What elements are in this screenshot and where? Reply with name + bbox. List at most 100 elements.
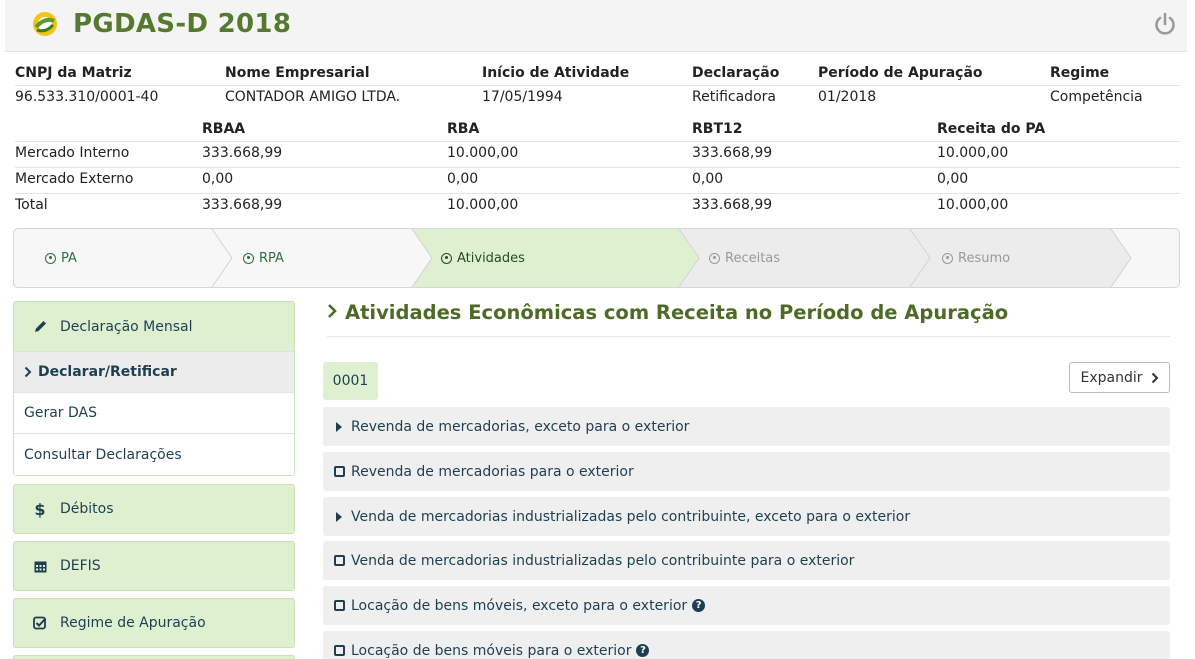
- sidebar-item-debitos-link[interactable]: $ Débitos: [14, 485, 294, 533]
- period-value: 01/2018: [818, 89, 877, 105]
- pencil-icon: [32, 319, 48, 334]
- check-square-icon: [32, 616, 48, 630]
- step-atividades[interactable]: Atividades: [441, 229, 525, 287]
- revenue-cell: 333.668,99: [202, 197, 283, 213]
- revenue-row-label: Mercado Interno: [15, 145, 130, 161]
- checkbox-icon[interactable]: [333, 466, 345, 477]
- step-label: Atividades: [457, 250, 525, 266]
- calendar-icon: [32, 560, 48, 573]
- sidebar-item-debitos[interactable]: $ Débitos: [13, 484, 295, 534]
- cnpj-value: 96.533.310/0001-40: [15, 89, 159, 105]
- sidebar-item-defis[interactable]: DEFIS: [13, 541, 295, 591]
- chevron-right-icon: [24, 366, 32, 378]
- checkbox-icon[interactable]: [333, 645, 345, 656]
- company-name-header: Nome Empresarial: [225, 65, 370, 81]
- info-header-row: CNPJ da Matriz Nome Empresarial Início d…: [15, 62, 1180, 86]
- sidebar-subitem-declarar-retificar[interactable]: Declarar/Retificar: [14, 352, 294, 393]
- revenue-cell: 10.000,00: [447, 197, 519, 213]
- activity-item[interactable]: Venda de mercadorias industrializadas pe…: [323, 497, 1170, 536]
- power-icon[interactable]: [1152, 11, 1178, 37]
- sidebar-item-more: [13, 655, 295, 659]
- sidebar-item-defis-link[interactable]: DEFIS: [14, 542, 294, 590]
- page-title-text: Atividades Econômicas com Receita no Per…: [345, 301, 1009, 324]
- regime-value: Competência: [1050, 89, 1143, 105]
- activity-item[interactable]: Locação de bens móveis para o exterior ?: [323, 631, 1170, 659]
- sidebar-group-declaracao: Declaração Mensal Declarar/Retificar Ger…: [13, 301, 295, 476]
- revenue-cell: 0,00: [202, 171, 234, 187]
- sidebar-submenu: Declarar/Retificar Gerar DAS Consultar D…: [14, 351, 294, 475]
- revenue-row: Mercado Interno 333.668,99 10.000,00 333…: [15, 142, 1180, 168]
- sidebar-subitem-label: Declarar/Retificar: [38, 364, 177, 380]
- step-pa[interactable]: PA: [45, 229, 77, 287]
- activity-label: Venda de mercadorias industrializadas pe…: [351, 552, 855, 569]
- activity-item[interactable]: Venda de mercadorias industrializadas pe…: [323, 541, 1170, 580]
- expand-button[interactable]: Expandir: [1069, 362, 1170, 393]
- activity-label: Revenda de mercadorias, exceto para o ex…: [351, 418, 690, 435]
- target-icon: [942, 252, 953, 264]
- wizard-steps: PA RPA Atividades Receitas Resumo: [13, 228, 1180, 288]
- step-label: Resumo: [958, 250, 1011, 266]
- step-label: RPA: [259, 250, 284, 266]
- sidebar-item-regime[interactable]: Regime de Apuração: [13, 598, 295, 648]
- revenue-cell: 10.000,00: [937, 145, 1009, 161]
- step-resumo: Resumo: [942, 229, 1010, 287]
- rbt12-header: RBT12: [692, 121, 743, 137]
- revenue-row: Mercado Externo 0,00 0,00 0,00 0,00: [15, 168, 1180, 194]
- checkbox-icon[interactable]: [333, 555, 345, 566]
- revenue-cell: 333.668,99: [202, 145, 283, 161]
- activity-label: Venda de mercadorias industrializadas pe…: [351, 508, 911, 525]
- sidebar-subitem-label: Gerar DAS: [24, 405, 98, 421]
- info-values-row: 96.533.310/0001-40 CONTADOR AMIGO LTDA. …: [15, 86, 1180, 118]
- period-header: Período de Apuração: [818, 65, 983, 81]
- revenue-cell: 0,00: [692, 171, 724, 187]
- regime-header: Regime: [1050, 65, 1110, 81]
- dollar-icon: $: [34, 499, 46, 519]
- revenue-cell: 333.668,99: [692, 197, 773, 213]
- declaration-header: Declaração: [692, 65, 780, 81]
- help-icon[interactable]: ?: [692, 599, 706, 612]
- revenue-cell: 0,00: [447, 171, 479, 187]
- target-icon: [709, 252, 720, 264]
- revenue-cell: 0,00: [937, 171, 969, 187]
- help-icon[interactable]: ?: [636, 644, 650, 657]
- declaration-value: Retificadora: [692, 89, 776, 105]
- revenue-cell: 10.000,00: [447, 145, 519, 161]
- sidebar-item-label: Regime de Apuração: [60, 615, 206, 631]
- page-title: Atividades Econômicas com Receita no Per…: [327, 301, 1170, 337]
- establishment-badge: 0001: [323, 362, 378, 400]
- revenue-cell: 10.000,00: [937, 197, 1009, 213]
- chevron-right-icon: [1151, 372, 1159, 384]
- sidebar-item-declaracao-mensal[interactable]: Declaração Mensal: [14, 302, 294, 351]
- receita-pa-header: Receita do PA: [937, 121, 1046, 137]
- app-header: PGDAS-D 2018: [5, 0, 1187, 52]
- simples-nacional-logo: [33, 12, 57, 36]
- sidebar-item-label: Débitos: [60, 501, 114, 517]
- sidebar-subitem-gerar-das[interactable]: Gerar DAS: [14, 393, 294, 434]
- sidebar-item-regime-link[interactable]: Regime de Apuração: [14, 599, 294, 647]
- activity-item[interactable]: Revenda de mercadorias para o exterior: [323, 452, 1170, 491]
- target-icon: [45, 252, 56, 264]
- target-icon: [441, 252, 452, 264]
- target-icon: [243, 252, 254, 264]
- rba-header: RBA: [447, 121, 480, 137]
- start-date-value: 17/05/1994: [482, 89, 563, 105]
- activity-item[interactable]: Locação de bens móveis, exceto para o ex…: [323, 586, 1170, 625]
- start-date-header: Início de Atividade: [482, 65, 630, 81]
- sidebar: Declaração Mensal Declarar/Retificar Ger…: [13, 301, 295, 659]
- activity-label: Locação de bens móveis, exceto para o ex…: [351, 597, 688, 614]
- revenue-cell: 333.668,99: [692, 145, 773, 161]
- activity-item[interactable]: Revenda de mercadorias, exceto para o ex…: [323, 407, 1170, 446]
- revenue-row-label: Mercado Externo: [15, 171, 134, 187]
- checkbox-icon[interactable]: [333, 600, 345, 611]
- step-label: PA: [61, 250, 77, 266]
- sidebar-subitem-consultar-declaracoes[interactable]: Consultar Declarações: [14, 434, 294, 475]
- revenue-row-label: Total: [15, 197, 48, 213]
- sidebar-item-label: Declaração Mensal: [60, 318, 193, 335]
- activity-label: Revenda de mercadorias para o exterior: [351, 463, 634, 480]
- activity-label: Locação de bens móveis para o exterior: [351, 642, 632, 659]
- step-receitas: Receitas: [709, 229, 780, 287]
- step-label: Receitas: [725, 250, 781, 266]
- step-rpa[interactable]: RPA: [243, 229, 284, 287]
- app-title: PGDAS-D 2018: [73, 9, 292, 39]
- revenue-row: Total 333.668,99 10.000,00 333.668,99 10…: [15, 194, 1180, 220]
